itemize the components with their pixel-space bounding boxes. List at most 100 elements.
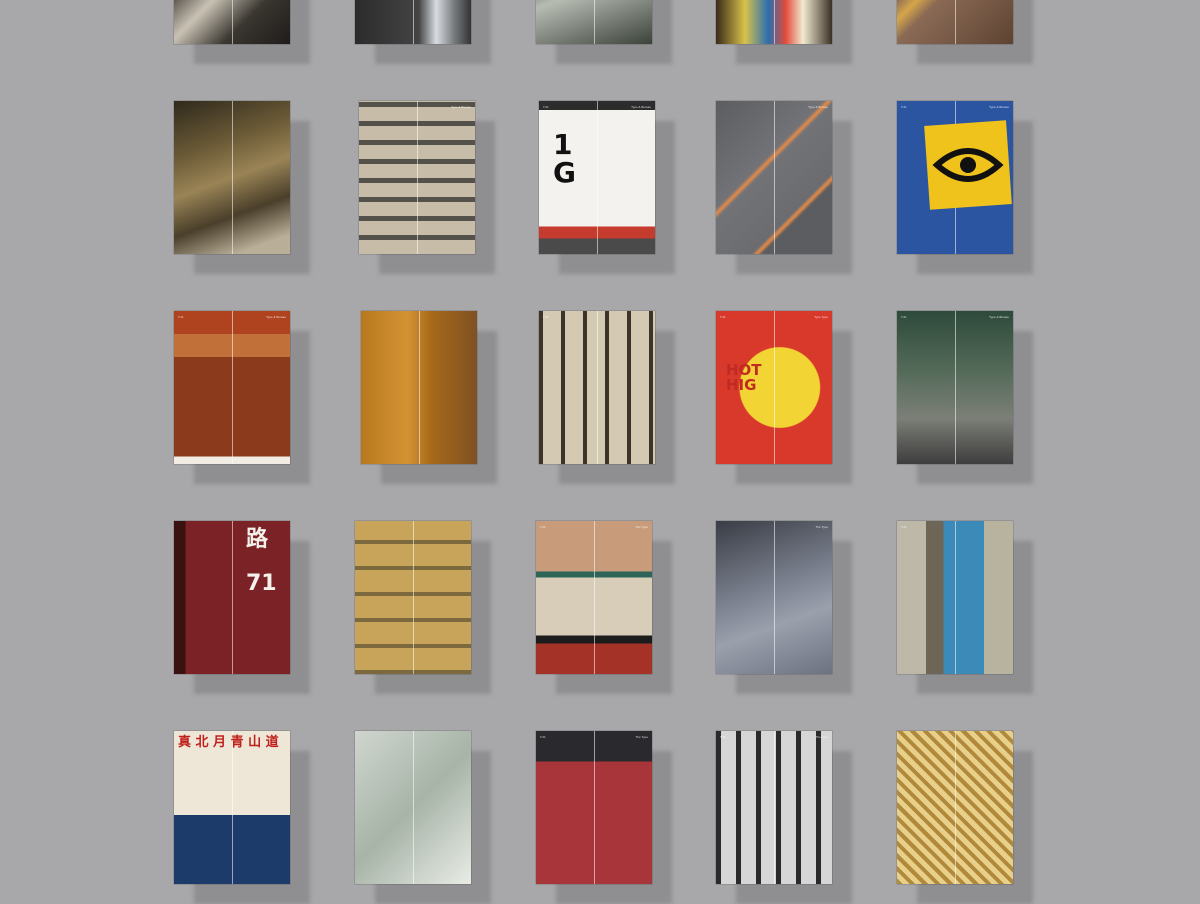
- poster-header: T.21 The Type: [540, 525, 648, 531]
- poster-image: [355, 0, 471, 44]
- poster-guide-line: [597, 311, 598, 464]
- poster-issue-label: T.21: [178, 315, 184, 319]
- poster-issue-label: T.21: [543, 105, 549, 109]
- poster-guide-line: [774, 521, 775, 674]
- poster-guide-line: [955, 521, 956, 674]
- poster-image: [897, 731, 1013, 884]
- poster-image: [361, 311, 477, 464]
- poster-tile-patterns[interactable]: T.21 The Type: [536, 521, 672, 694]
- poster-ground-calligraphy[interactable]: The Type: [716, 521, 852, 694]
- poster-brand-label: Type & Bureau: [631, 105, 651, 109]
- poster-image: The Type: [716, 521, 832, 674]
- poster-image: Type & Bureau: [716, 101, 832, 254]
- poster-image: T.21 Type Type HOT HIG: [716, 311, 832, 464]
- poster-image: [174, 0, 290, 44]
- eye-icon: [924, 120, 1012, 210]
- poster-image: T.21 Type & Bureau: [897, 311, 1013, 464]
- poster-image: [897, 0, 1013, 44]
- poster-image: T.21 The Type: [716, 731, 832, 884]
- poster-image: Type & Bureau: [359, 101, 475, 254]
- poster-hopscotch-numbers[interactable]: Type & Bureau: [716, 101, 852, 274]
- poster-painted-floor-lines[interactable]: [897, 0, 1033, 64]
- poster-press-machine[interactable]: [536, 0, 672, 64]
- poster-guide-line: [594, 521, 595, 674]
- poster-guide-line: [232, 311, 233, 464]
- poster-header: The Type: [720, 525, 828, 531]
- poster-red-light[interactable]: T.21 The Type: [536, 731, 672, 904]
- poster-image: [174, 101, 290, 254]
- poster-shop-signs[interactable]: 真 北 月 青 山 道: [174, 731, 310, 904]
- eye-pupil: [960, 157, 976, 173]
- poster-image: 真 北 月 青 山 道: [174, 731, 290, 884]
- poster-ornate-carving[interactable]: [174, 0, 310, 64]
- poster-image: [355, 731, 471, 884]
- poster-image: T.21: [539, 311, 655, 464]
- poster-hot-highway-mural[interactable]: T.21 Type Type HOT HIG: [716, 311, 852, 484]
- poster-road-markings[interactable]: 路 71: [174, 521, 310, 694]
- poster-gold-lattice[interactable]: [897, 731, 1033, 904]
- poster-eye-sign[interactable]: T.21 Type & Bureau: [897, 101, 1033, 274]
- poster-header: T.21 The Type: [720, 735, 828, 741]
- poster-issue-label: T.21: [543, 315, 549, 319]
- poster-guide-line: [232, 0, 233, 44]
- poster-guide-line: [597, 101, 598, 254]
- poster-carved-wood-panel[interactable]: T.21 Type & Bureau: [174, 311, 310, 484]
- poster-sign-text: 真 北 月 青 山 道: [178, 735, 279, 750]
- poster-brand-label: Type & Bureau: [266, 315, 286, 319]
- poster-guide-line: [413, 0, 414, 44]
- poster-tools-workbench[interactable]: [174, 101, 310, 274]
- poster-header: Type & Bureau: [363, 105, 471, 111]
- poster-building-window-person[interactable]: [355, 0, 491, 64]
- poster-image: T.21 Type & Bureau: [174, 311, 290, 464]
- poster-product-shelves[interactable]: [355, 521, 491, 694]
- poster-sign-text: HOT HIG: [726, 361, 762, 394]
- poster-issue-label: T.21: [540, 525, 546, 529]
- poster-guide-line: [774, 311, 775, 464]
- poster-image: T.21 Type & Bureau: [897, 101, 1013, 254]
- poster-image: 路 71: [174, 521, 290, 674]
- poster-brand-label: The Type: [815, 735, 828, 739]
- poster-image: T.21 The Type: [536, 521, 652, 674]
- poster-header: T.21 Type & Bureau: [543, 105, 651, 111]
- poster-guide-line: [774, 101, 775, 254]
- poster-header: T.21: [543, 315, 651, 321]
- poster-image: T.21 The Type: [536, 731, 652, 884]
- poster-sign-text: 路 71: [246, 527, 277, 596]
- poster-guide-line: [232, 101, 233, 254]
- poster-guide-line: [417, 101, 418, 254]
- poster-guide-line: [774, 731, 775, 884]
- poster-issue-label: T.21: [901, 525, 907, 529]
- poster-foliage[interactable]: [355, 731, 491, 904]
- poster-issue-label: T.21: [540, 735, 546, 739]
- poster-calligraphy-wall[interactable]: T.21: [539, 311, 675, 484]
- poster-brand-label: Type & Bureau: [451, 105, 471, 109]
- poster-facade-windows[interactable]: Type & Bureau: [359, 101, 495, 274]
- poster-signs-stall[interactable]: [716, 0, 852, 64]
- poster-header: T.21 Type & Bureau: [178, 315, 286, 321]
- poster-guide-line: [774, 0, 775, 44]
- poster-brand-label: Type Type: [814, 315, 828, 319]
- poster-guide-line: [955, 311, 956, 464]
- poster-issue-label: T.21: [720, 315, 726, 319]
- poster-guide-line: [232, 521, 233, 674]
- poster-guide-line: [232, 731, 233, 884]
- poster-wall-workers[interactable]: [361, 311, 497, 484]
- poster-guide-line: [955, 0, 956, 44]
- poster-sign-text: 1 G: [553, 128, 576, 189]
- poster-brand-label: Type & Bureau: [989, 315, 1009, 319]
- poster-brand-label: Type & Bureau: [808, 105, 828, 109]
- poster-image: [536, 0, 652, 44]
- poster-guide-line: [413, 521, 414, 674]
- poster-guide-line: [594, 731, 595, 884]
- poster-monochrome-frames[interactable]: T.21 The Type: [716, 731, 852, 904]
- poster-issue-label: T.21: [720, 735, 726, 739]
- poster-brand-label: The Type: [635, 525, 648, 529]
- poster-header: T.21 Type & Bureau: [901, 315, 1009, 321]
- poster-guide-line: [955, 731, 956, 884]
- poster-guide-line: [419, 311, 420, 464]
- poster-neon-street[interactable]: T.21 Type & Bureau: [897, 311, 1033, 484]
- poster-image: T.21 Type & Bureau 1 G: [539, 101, 655, 254]
- poster-brand-label: The Type: [815, 525, 828, 529]
- poster-1g-sign[interactable]: T.21 Type & Bureau 1 G: [539, 101, 675, 274]
- poster-graffiti-door[interactable]: T.21: [897, 521, 1033, 694]
